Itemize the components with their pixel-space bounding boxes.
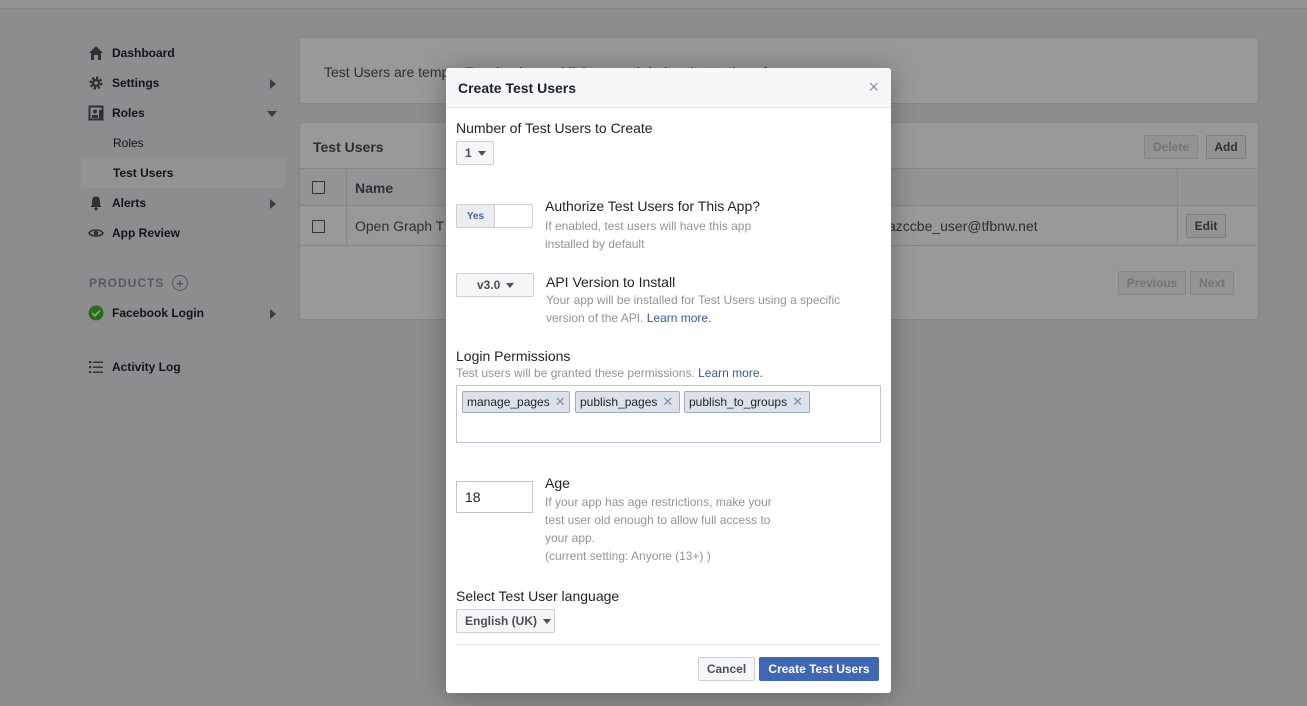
api-hint-line: Your app will be installed for Test User…: [546, 293, 841, 307]
remove-tag-icon[interactable]: ✕: [662, 394, 673, 410]
permissions-hint-text: Test users will be granted these permiss…: [456, 366, 695, 380]
api-version-title: API Version to Install: [546, 274, 676, 290]
authorize-toggle[interactable]: Yes: [456, 204, 533, 228]
api-version-value: v3.0: [477, 278, 501, 292]
authorize-hint: If enabled, test users will have this ap…: [545, 217, 751, 253]
dialog-header: Create Test Users ×: [446, 68, 891, 108]
learn-more-link[interactable]: Learn more.: [698, 366, 763, 380]
permissions-token-input[interactable]: manage_pages ✕ publish_pages ✕ publish_to_…: [456, 385, 881, 443]
create-test-users-button[interactable]: Create Test Users: [759, 657, 879, 681]
num-users-select[interactable]: 1: [456, 141, 494, 165]
num-users-label: Number of Test Users to Create: [456, 120, 653, 136]
permission-tag-label: publish_pages: [580, 395, 658, 409]
remove-tag-icon[interactable]: ✕: [555, 394, 566, 410]
caret-down-icon: [506, 282, 515, 288]
toggle-yes-label: Yes: [457, 205, 495, 227]
cancel-button[interactable]: Cancel: [698, 657, 755, 681]
age-hint-line: your app.: [545, 531, 596, 545]
authorize-title: Authorize Test Users for This App?: [545, 198, 761, 214]
permission-tag: publish_to_groups ✕: [684, 391, 810, 413]
language-label: Select Test User language: [456, 588, 620, 604]
dialog-title: Create Test Users: [458, 80, 577, 96]
dialog-divider: [456, 644, 881, 645]
permission-tag-label: publish_to_groups: [689, 395, 788, 409]
api-version-select[interactable]: v3.0: [456, 273, 534, 297]
permissions-hint: Test users will be granted these permiss…: [456, 364, 763, 382]
api-version-hint: Your app will be installed for Test User…: [546, 291, 840, 327]
age-title: Age: [545, 475, 570, 491]
close-icon[interactable]: ×: [868, 78, 879, 96]
age-input[interactable]: 18: [456, 481, 533, 513]
num-users-value: 1: [465, 146, 472, 160]
api-hint-line: version of the API. Learn more.: [546, 309, 840, 327]
caret-down-icon: [543, 618, 551, 624]
permissions-label: Login Permissions: [456, 348, 571, 364]
create-test-users-dialog: Create Test Users × Number of Test Users…: [446, 68, 891, 693]
authorize-hint-line: installed by default: [545, 237, 645, 251]
remove-tag-icon[interactable]: ✕: [792, 394, 803, 410]
age-hint-line: test user old enough to allow full acces…: [545, 513, 771, 527]
api-hint-text: version of the API.: [546, 311, 644, 325]
language-value: English (UK): [465, 614, 537, 628]
age-hint-line: (current setting: Anyone (13+) ): [545, 549, 711, 563]
age-hint: If your app has age restrictions, make y…: [545, 493, 772, 565]
caret-down-icon: [477, 150, 486, 156]
age-hint-line: If your app has age restrictions, make y…: [545, 495, 772, 509]
learn-more-link[interactable]: Learn more.: [647, 311, 712, 325]
permission-tag: manage_pages ✕: [462, 391, 570, 413]
permission-tag-label: manage_pages: [467, 395, 550, 409]
authorize-hint-line: If enabled, test users will have this ap…: [545, 219, 752, 233]
permission-tag: publish_pages ✕: [575, 391, 680, 413]
language-select[interactable]: English (UK): [456, 609, 555, 633]
